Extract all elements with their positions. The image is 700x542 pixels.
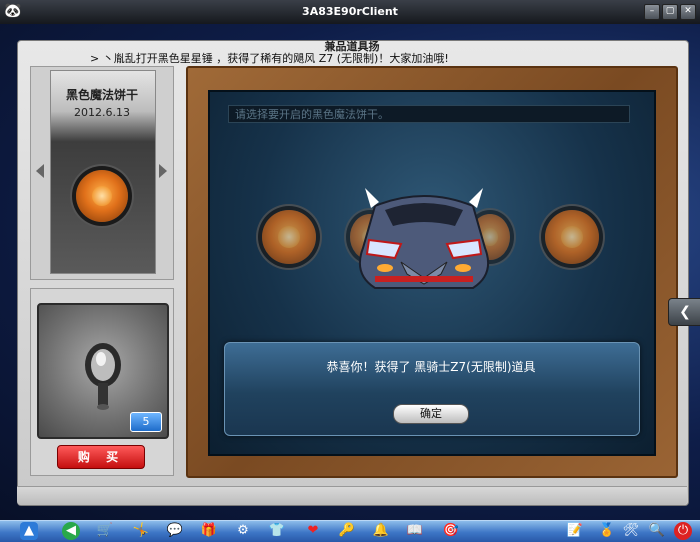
shirt-icon[interactable]: 👕 (268, 522, 286, 540)
tools-icon[interactable]: 🛠 (622, 522, 640, 540)
back-icon[interactable]: ◀ (62, 522, 80, 540)
window-titlebar: 🐼 3A83E90rClient – ▢ ✕ (0, 0, 700, 25)
start-icon[interactable]: ▲ (20, 522, 38, 540)
bell-icon[interactable]: 🔔 (372, 522, 390, 540)
badge-icon[interactable]: 🏅 (598, 522, 616, 540)
buy-button[interactable]: 购 买 (57, 445, 145, 469)
power-icon[interactable]: ⏻ (674, 522, 692, 540)
select-hint: 请选择要开启的黑色魔法饼干。 (228, 105, 630, 123)
window-title: 3A83E90rClient (302, 5, 398, 18)
cookie-icon (76, 170, 128, 222)
search-icon[interactable]: 🔍 (648, 522, 666, 540)
confirm-button[interactable]: 确定 (393, 404, 469, 424)
dialog-footer (17, 486, 687, 505)
target-icon[interactable]: 🎯 (442, 522, 460, 540)
restore-icon[interactable]: ▢ (662, 4, 678, 20)
chevron-left-icon: ❮ (679, 304, 691, 320)
gift-icon[interactable]: 🎁 (200, 522, 218, 540)
cookie-icon[interactable] (545, 210, 599, 264)
person-icon[interactable]: 🤸 (132, 522, 150, 540)
cookie-icon[interactable] (262, 210, 316, 264)
close-icon[interactable]: ✕ (680, 4, 696, 20)
note-icon[interactable]: 📝 (566, 522, 584, 540)
cart-icon[interactable]: 🛒 (96, 522, 114, 540)
gear-icon[interactable]: ⚙ (234, 522, 252, 540)
chat-icon[interactable]: 💬 (166, 522, 184, 540)
card-date: 2012.6.13 (74, 106, 130, 119)
arrow-left-icon[interactable] (36, 164, 44, 178)
book-icon[interactable]: 📖 (406, 522, 424, 540)
heart-icon[interactable]: ❤ (304, 522, 322, 540)
arrow-right-icon[interactable] (159, 164, 167, 178)
car-icon (359, 188, 489, 289)
card-name: 黑色魔法饼干 (65, 88, 138, 102)
item-count-badge: 5 (130, 412, 162, 432)
key-icon[interactable]: 🔑 (338, 522, 356, 540)
minimize-icon[interactable]: – (644, 4, 660, 20)
reward-message: 恭喜你！获得了 黑骑士Z7(无限制)道具 (326, 360, 536, 374)
side-panel-toggle[interactable]: ❮ (668, 298, 700, 326)
announcement-ticker: > 丶胤乱打开黑色星星锤 ，获得了稀有的飓风 Z7 (无限制)！大家加油哦! (90, 52, 449, 65)
